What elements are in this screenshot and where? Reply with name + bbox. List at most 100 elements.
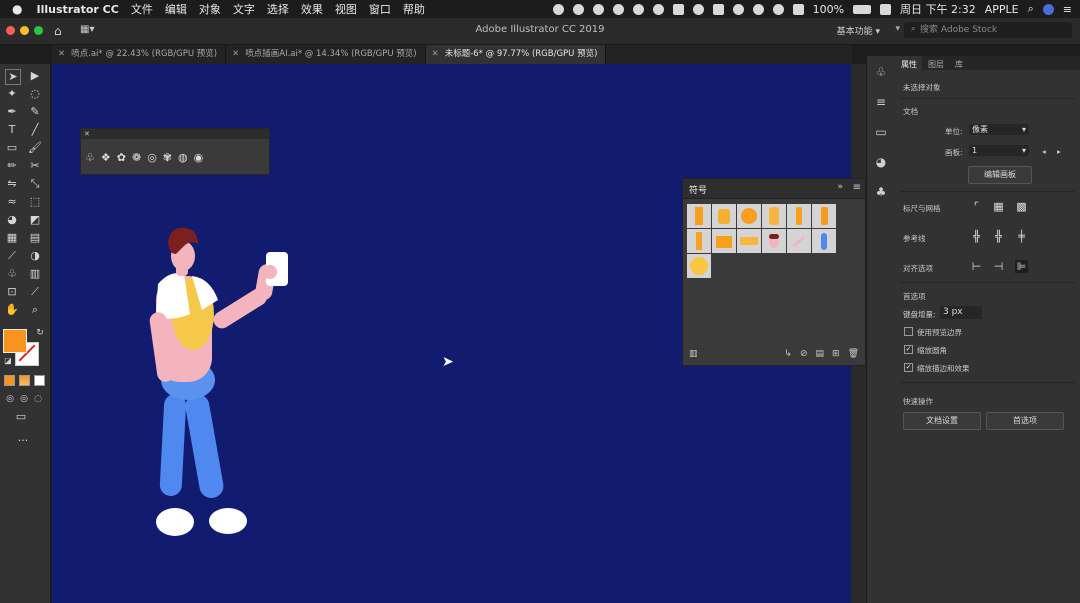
lasso-tool-icon[interactable]: ◌ <box>28 87 42 101</box>
draw-mode-icon[interactable]: ◎ <box>3 392 17 406</box>
zoom-tool-icon[interactable]: ⌕ <box>28 303 42 317</box>
previous-artboard-icon[interactable]: ◂ <box>1042 147 1046 156</box>
spotlight-icon[interactable]: ⌕ <box>1028 2 1034 16</box>
mesh-tool-icon[interactable]: ▦ <box>5 231 19 245</box>
symbol-swatch[interactable] <box>812 204 836 228</box>
snap-to-grid-icon[interactable]: ⊣ <box>992 260 1005 273</box>
delete-symbol-icon[interactable]: 🗑 <box>848 349 859 359</box>
use-preview-bounds-checkbox[interactable] <box>904 327 913 336</box>
symbol-styler-icon[interactable]: ◉ <box>194 151 204 164</box>
menu-view[interactable]: 视图 <box>335 1 357 17</box>
perspective-tool-icon[interactable]: ◩ <box>28 213 42 227</box>
smart-guides-icon[interactable]: ╪ <box>1015 230 1028 243</box>
stock-search-input[interactable]: 搜索 Adobe Stock <box>904 22 1072 38</box>
flag-icon[interactable] <box>880 3 892 15</box>
symbols-panel-header[interactable]: 符号 » ≡ <box>683 179 865 199</box>
color-mode-button[interactable] <box>4 375 15 386</box>
gradient-mode-button[interactable] <box>19 375 30 386</box>
siri-icon[interactable] <box>1042 3 1054 15</box>
symbol-spinner-icon[interactable]: ◎ <box>147 151 157 164</box>
lock-guides-icon[interactable]: ╬ <box>992 230 1005 243</box>
transparency-grid-icon[interactable]: ▩ <box>1015 200 1028 213</box>
appearance-panel-icon[interactable]: ◕ <box>874 156 888 168</box>
sync-icon[interactable] <box>592 3 604 15</box>
rulers-icon[interactable]: ⌜ <box>970 200 983 213</box>
search-dropdown-icon[interactable]: ▾ <box>895 24 900 34</box>
document-setup-button[interactable]: 文档设置 <box>903 412 981 430</box>
close-tab-icon[interactable]: ✕ <box>432 49 439 59</box>
screen-mode-icon[interactable]: ▭ <box>14 410 28 424</box>
scale-corners-checkbox[interactable]: ✓ <box>904 345 913 354</box>
edit-artboards-button[interactable]: 编辑画板 <box>968 166 1032 184</box>
magic-wand-tool-icon[interactable]: ✦ <box>5 87 19 101</box>
fill-swatch-front[interactable] <box>3 329 27 353</box>
snap-to-point-icon[interactable]: ⊢ <box>970 260 983 273</box>
menu-type[interactable]: 文字 <box>233 1 255 17</box>
none-mode-button[interactable] <box>34 375 45 386</box>
menubar-user[interactable]: APPLE <box>985 3 1019 16</box>
graph-tool-icon[interactable]: ▥ <box>28 267 42 281</box>
symbol-sprayer-tool-icon[interactable]: ♧ <box>5 267 19 281</box>
tab-libraries[interactable]: 库 <box>949 56 968 70</box>
new-symbol-icon[interactable]: ⊞ <box>832 349 840 359</box>
dropbox-icon[interactable] <box>712 3 724 15</box>
symbol-options-icon[interactable]: ▤ <box>816 349 825 359</box>
tab-properties[interactable]: 属性 <box>895 56 922 70</box>
symbol-swatch[interactable] <box>712 204 736 228</box>
close-tab-icon[interactable]: ✕ <box>232 49 239 59</box>
keyboard-increment-input[interactable]: 3 px <box>940 306 982 319</box>
break-link-icon[interactable]: ⊘ <box>800 349 808 359</box>
symbol-swatch[interactable] <box>687 229 711 253</box>
symbol-screener-icon[interactable]: ◍ <box>178 151 188 164</box>
workspace-switcher[interactable]: 基本功能 ▾ <box>837 24 880 37</box>
symbols-panel-icon[interactable]: ♣ <box>874 186 888 198</box>
symbol-swatch[interactable] <box>812 229 836 253</box>
menu-select[interactable]: 选择 <box>267 1 289 17</box>
symbol-swatch[interactable] <box>787 229 811 253</box>
record-icon[interactable] <box>552 3 564 15</box>
default-colors-icon[interactable]: ◪ <box>1 354 15 368</box>
weibo-icon[interactable] <box>652 3 664 15</box>
menu-help[interactable]: 帮助 <box>403 1 425 17</box>
reflect-tool-icon[interactable]: ⇋ <box>5 177 19 191</box>
menu-object[interactable]: 对象 <box>199 1 221 17</box>
paintbrush-tool-icon[interactable]: 🖌 <box>28 141 42 155</box>
properties-panel-icon[interactable]: ≡ <box>874 96 888 108</box>
symbol-libraries-icon[interactable]: ▥ <box>689 349 698 359</box>
hand-tool-icon[interactable]: ✋ <box>5 303 19 317</box>
panel-menu-icon[interactable]: ≡ <box>853 182 861 193</box>
collapse-panel-icon[interactable]: » <box>837 182 843 192</box>
symbol-sizer-icon[interactable]: ❁ <box>132 151 141 164</box>
symbol-swatch[interactable] <box>737 204 761 228</box>
draw-inside-icon[interactable]: ◌ <box>31 392 45 406</box>
app-icon[interactable] <box>672 3 684 15</box>
menu-file[interactable]: 文件 <box>131 1 153 17</box>
snap-to-pixel-icon[interactable]: ⊫ <box>1015 260 1028 273</box>
tab-document-2[interactable]: ✕ 喷点插画AI.ai* @ 14.34% (RGB/GPU 预览) <box>226 45 426 64</box>
wechat-icon[interactable] <box>572 3 584 15</box>
draw-behind-icon[interactable]: ◎ <box>17 392 31 406</box>
symbol-swatch[interactable] <box>712 229 736 253</box>
gradient-tool-icon[interactable]: ▤ <box>28 231 42 245</box>
pen-tool-icon[interactable]: ✒ <box>5 105 19 119</box>
shape-builder-tool-icon[interactable]: ◕ <box>5 213 19 227</box>
panel-header[interactable]: ✕ <box>81 129 269 139</box>
notification-icon[interactable]: ≡ <box>1063 3 1072 16</box>
guides-icon[interactable]: ╬ <box>970 230 983 243</box>
width-tool-icon[interactable]: ≈ <box>5 195 19 209</box>
symbol-swatch[interactable] <box>762 229 786 253</box>
tab-document-3[interactable]: ✕ 未标题-6* @ 97.77% (RGB/GPU 预览) <box>425 45 607 64</box>
artboard-tool-icon[interactable]: ⊡ <box>5 285 19 299</box>
timemachine-icon[interactable] <box>732 3 744 15</box>
symbol-swatch[interactable] <box>687 254 711 278</box>
wifi-icon[interactable] <box>772 3 784 15</box>
blend-tool-icon[interactable]: ◑ <box>28 249 42 263</box>
next-artboard-icon[interactable]: ▸ <box>1057 147 1061 156</box>
menu-window[interactable]: 窗口 <box>369 1 391 17</box>
send-icon[interactable] <box>612 3 624 15</box>
close-panel-icon[interactable]: ✕ <box>81 130 90 138</box>
pencil-tool-icon[interactable]: ✏ <box>5 159 19 173</box>
symbol-swatch[interactable] <box>787 204 811 228</box>
artboard-select[interactable]: 1 ▾ <box>969 145 1029 156</box>
scissors-tool-icon[interactable]: ✂ <box>28 159 42 173</box>
